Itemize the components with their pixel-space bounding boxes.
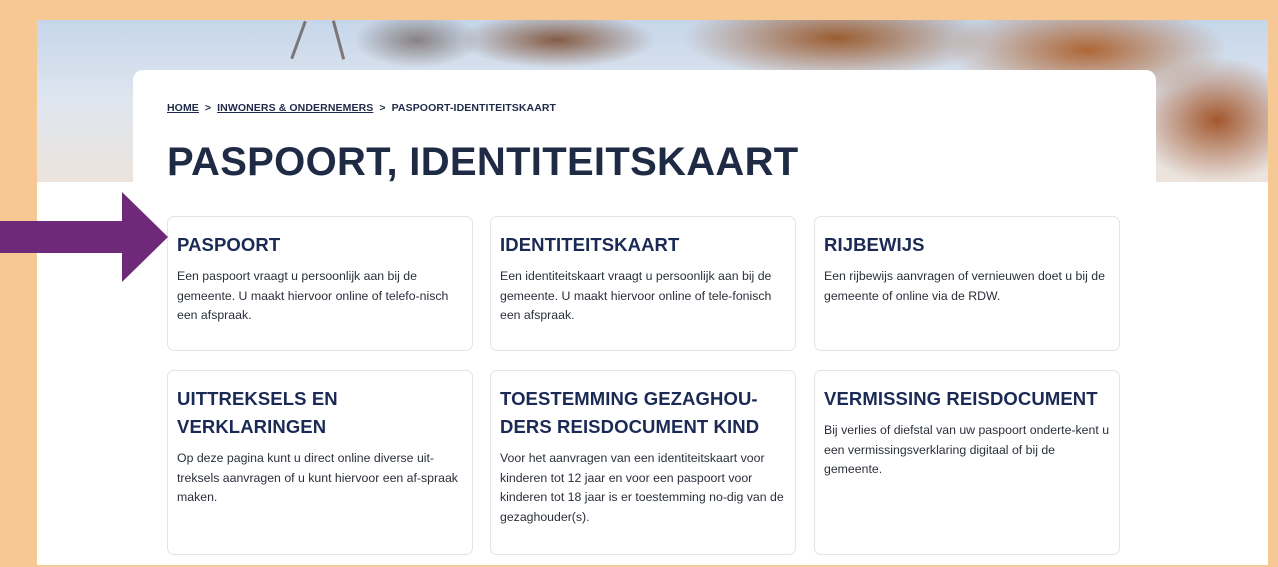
tile-uittreksels[interactable]: UITTREKSELS EN VERKLARINGEN Op deze pagi…: [167, 370, 473, 555]
browser-viewport: HOME > INWONERS & ONDERNEMERS > PASPOORT…: [37, 20, 1268, 565]
breadcrumb-separator: >: [379, 102, 386, 114]
tile-rijbewijs[interactable]: RIJBEWIJS Een rijbewijs aanvragen of ver…: [814, 216, 1120, 351]
right-arrow-icon: [0, 192, 168, 282]
tile-title: RIJBEWIJS: [824, 234, 925, 255]
tile-description: Een paspoort vraagt u persoonlijk aan bi…: [177, 269, 449, 322]
tile-title: TOESTEMMING GEZAGHOU-DERS REISDOCUMENT K…: [500, 388, 760, 437]
tile-description: Voor het aanvragen van een identiteitska…: [500, 451, 784, 524]
breadcrumb-separator: >: [204, 102, 212, 114]
breadcrumb-home-link[interactable]: HOME: [167, 102, 199, 114]
tile-title: IDENTITEITSKAART: [500, 234, 680, 255]
annotation-arrow-shape: [0, 192, 168, 282]
tile-paspoort[interactable]: PASPOORT Een paspoort vraagt u persoonli…: [167, 216, 473, 351]
tile-title: VERMISSING REISDOCUMENT: [824, 388, 1098, 409]
tile-toestemming[interactable]: TOESTEMMING GEZAGHOU-DERS REISDOCUMENT K…: [490, 370, 796, 555]
tile-title: UITTREKSELS EN VERKLARINGEN: [177, 388, 338, 437]
tile-title: PASPOORT: [177, 234, 281, 255]
tile-description: Op deze pagina kunt u direct online dive…: [177, 451, 458, 504]
tile-description: Bij verlies of diefstal van uw paspoort …: [824, 423, 1110, 476]
breadcrumb: HOME > INWONERS & ONDERNEMERS > PASPOORT…: [167, 102, 556, 114]
tile-identiteitskaart[interactable]: IDENTITEITSKAART Een identiteitskaart vr…: [490, 216, 796, 351]
breadcrumb-current: PASPOORT-IDENTITEITSKAART: [391, 102, 557, 114]
tile-description: Een identiteitskaart vraagt u persoonlij…: [500, 269, 772, 322]
tile-description: Een rijbewijs aanvragen of vernieuwen do…: [824, 269, 1105, 303]
hero-branch: [290, 20, 307, 60]
tile-vermissing[interactable]: VERMISSING REISDOCUMENT Bij verlies of d…: [814, 370, 1120, 555]
page-title: PASPOORT, IDENTITEITSKAART: [167, 140, 799, 184]
hero-branch: [331, 20, 346, 60]
breadcrumb-section-link[interactable]: INWONERS & ONDERNEMERS: [217, 102, 373, 114]
